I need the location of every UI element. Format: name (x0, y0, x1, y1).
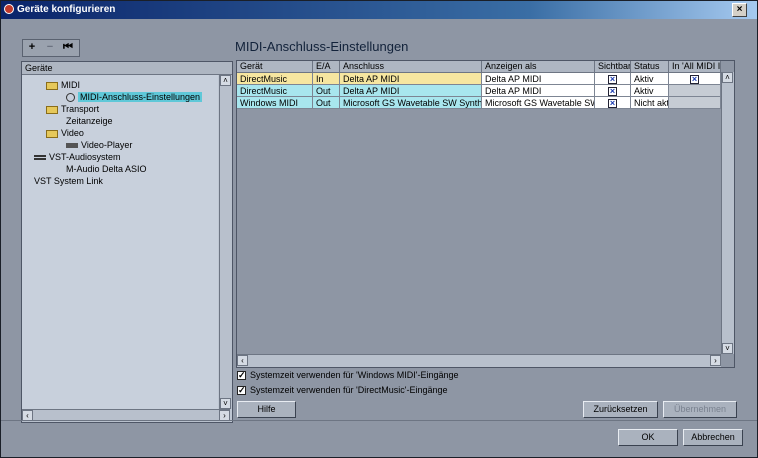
cancel-button[interactable]: Abbrechen (683, 429, 743, 446)
tree-item-vst-system-link[interactable]: VST System Link (34, 175, 103, 187)
tree-item-video[interactable]: Video (46, 127, 84, 139)
title-bar: Geräte konfigurieren × (1, 1, 757, 19)
column-header-sichtbar[interactable]: Sichtbar (595, 61, 631, 72)
tree-item-label: Video (61, 128, 84, 138)
midi-port-table: Gerät E/A Anschluss Anzeigen als Sichtba… (236, 60, 735, 368)
column-header-status[interactable]: Status (631, 61, 669, 72)
column-header-geraet[interactable]: Gerät (237, 61, 313, 72)
cell-ea: Out (313, 85, 340, 97)
apply-button[interactable]: Übernehmen (663, 401, 737, 418)
cell-anzeigen-als[interactable]: Microsoft GS Wavetable SW S (482, 97, 595, 109)
tree-item-video-player[interactable]: Video-Player (66, 139, 132, 151)
systemzeit-directmusic-label: Systemzeit verwenden für 'DirectMusic'-E… (250, 385, 448, 395)
table-row[interactable]: DirectMusic In Delta AP MIDI Delta AP MI… (237, 73, 721, 85)
table-header: Gerät E/A Anschluss Anzeigen als Sichtba… (237, 61, 721, 73)
folder-icon (46, 81, 58, 90)
visible-checkbox[interactable]: × (608, 99, 617, 108)
table-horizontal-scrollbar[interactable]: ‹ › (237, 354, 721, 367)
tree-item-label: MIDI-Anschluss-Einstellungen (78, 92, 203, 102)
cell-ea: Out (313, 97, 340, 109)
cell-status: Aktiv (631, 73, 669, 85)
ok-button[interactable]: OK (618, 429, 678, 446)
midi-port-icon (66, 93, 75, 103)
folder-icon (46, 105, 58, 114)
table-row[interactable]: Windows MIDI Out Microsoft GS Wavetable … (237, 97, 721, 109)
cell-status: Aktiv (631, 85, 669, 97)
video-player-icon (66, 143, 78, 149)
tree-item-label: Transport (61, 104, 100, 114)
cell-all-midi-in: × (669, 73, 721, 85)
audio-system-icon (34, 155, 46, 161)
scroll-down-icon[interactable]: ˅ (220, 398, 231, 409)
cell-anschluss[interactable]: Delta AP MIDI (340, 85, 482, 97)
systemzeit-windows-option[interactable]: ✓ Systemzeit verwenden für 'Windows MIDI'… (237, 369, 459, 381)
reset-button[interactable]: Zurücksetzen (583, 401, 658, 418)
cell-sichtbar: × (595, 97, 631, 109)
cell-ea: In (313, 73, 340, 85)
column-header-anzeigen-als[interactable]: Anzeigen als (482, 61, 595, 72)
visible-checkbox[interactable]: × (608, 87, 617, 96)
tree-item-midi[interactable]: MIDI (46, 79, 80, 91)
cell-anzeigen-als[interactable]: Delta AP MIDI (482, 73, 595, 85)
app-icon (4, 4, 14, 14)
add-device-button[interactable]: + (23, 40, 41, 56)
page-title: MIDI-Anschluss-Einstellungen (235, 39, 409, 54)
footer-divider (1, 420, 757, 421)
cell-sichtbar: × (595, 73, 631, 85)
dialog-window: Geräte konfigurieren × + − ⏮ MIDI-Anschl… (0, 0, 758, 458)
window-title: Geräte konfigurieren (17, 4, 116, 15)
tree-item-zeitanzeige[interactable]: Zeitanzeige (66, 115, 113, 127)
cell-sichtbar: × (595, 85, 631, 97)
tree-item-label: VST System Link (34, 176, 103, 186)
cell-anschluss[interactable]: Delta AP MIDI (340, 73, 482, 85)
cell-status: Nicht akti (631, 97, 669, 109)
systemzeit-windows-label: Systemzeit verwenden für 'Windows MIDI'-… (250, 370, 459, 380)
cell-all-midi-in (669, 97, 721, 109)
reset-device-button[interactable]: ⏮ (59, 40, 77, 56)
tree-item-label: M-Audio Delta ASIO (66, 164, 147, 174)
systemzeit-windows-checkbox[interactable]: ✓ (237, 371, 246, 381)
scroll-down-icon[interactable]: ˅ (722, 343, 733, 354)
column-header-all-midi-in[interactable]: In 'All MIDI In (669, 61, 721, 72)
column-header-ea[interactable]: E/A (313, 61, 340, 72)
cell-geraet: DirectMusic (237, 85, 313, 97)
tree-header: Geräte (22, 62, 232, 75)
tree-vertical-scrollbar[interactable]: ˄ ˅ (219, 75, 232, 409)
table-vertical-scrollbar[interactable]: ˄ ˅ (721, 72, 734, 354)
all-midi-in-checkbox[interactable]: × (690, 75, 699, 84)
column-header-anschluss[interactable]: Anschluss (340, 61, 482, 72)
scroll-right-icon[interactable]: › (710, 355, 721, 366)
tree-item-m-audio-delta-asio[interactable]: M-Audio Delta ASIO (66, 163, 147, 175)
cell-anzeigen-als[interactable]: Delta AP MIDI (482, 85, 595, 97)
tree-item-label: Zeitanzeige (66, 116, 113, 126)
help-button[interactable]: Hilfe (237, 401, 296, 418)
tree-item-label: Video-Player (81, 140, 133, 150)
table-row[interactable]: DirectMusic Out Delta AP MIDI Delta AP M… (237, 85, 721, 97)
scroll-up-icon[interactable]: ˄ (722, 72, 733, 83)
tree-item-vst-audiosystem[interactable]: VST-Audiosystem (34, 151, 121, 163)
systemzeit-directmusic-checkbox[interactable]: ✓ (237, 386, 246, 396)
scroll-left-icon[interactable]: ‹ (237, 355, 248, 366)
device-toolbar: + − ⏮ (22, 39, 80, 57)
scroll-up-icon[interactable]: ˄ (220, 75, 231, 86)
tree-body: MIDI MIDI-Anschluss-Einstellungen Transp… (22, 75, 218, 409)
tree-item-midi-port-settings[interactable]: MIDI-Anschluss-Einstellungen (66, 91, 203, 103)
tree-item-label: MIDI (61, 80, 80, 90)
tree-item-transport[interactable]: Transport (46, 103, 99, 115)
systemzeit-directmusic-option[interactable]: ✓ Systemzeit verwenden für 'DirectMusic'-… (237, 384, 448, 396)
cell-geraet: DirectMusic (237, 73, 313, 85)
cell-geraet: Windows MIDI (237, 97, 313, 109)
folder-icon (46, 129, 58, 138)
visible-checkbox[interactable]: × (608, 75, 617, 84)
cell-anschluss[interactable]: Microsoft GS Wavetable SW Synth (340, 97, 482, 109)
tree-item-label: VST-Audiosystem (49, 152, 121, 162)
remove-device-button[interactable]: − (41, 40, 59, 56)
close-button[interactable]: × (732, 3, 747, 17)
cell-all-midi-in (669, 85, 721, 97)
device-tree: Geräte MIDI MIDI-Anschluss-Einstellungen… (21, 61, 233, 423)
